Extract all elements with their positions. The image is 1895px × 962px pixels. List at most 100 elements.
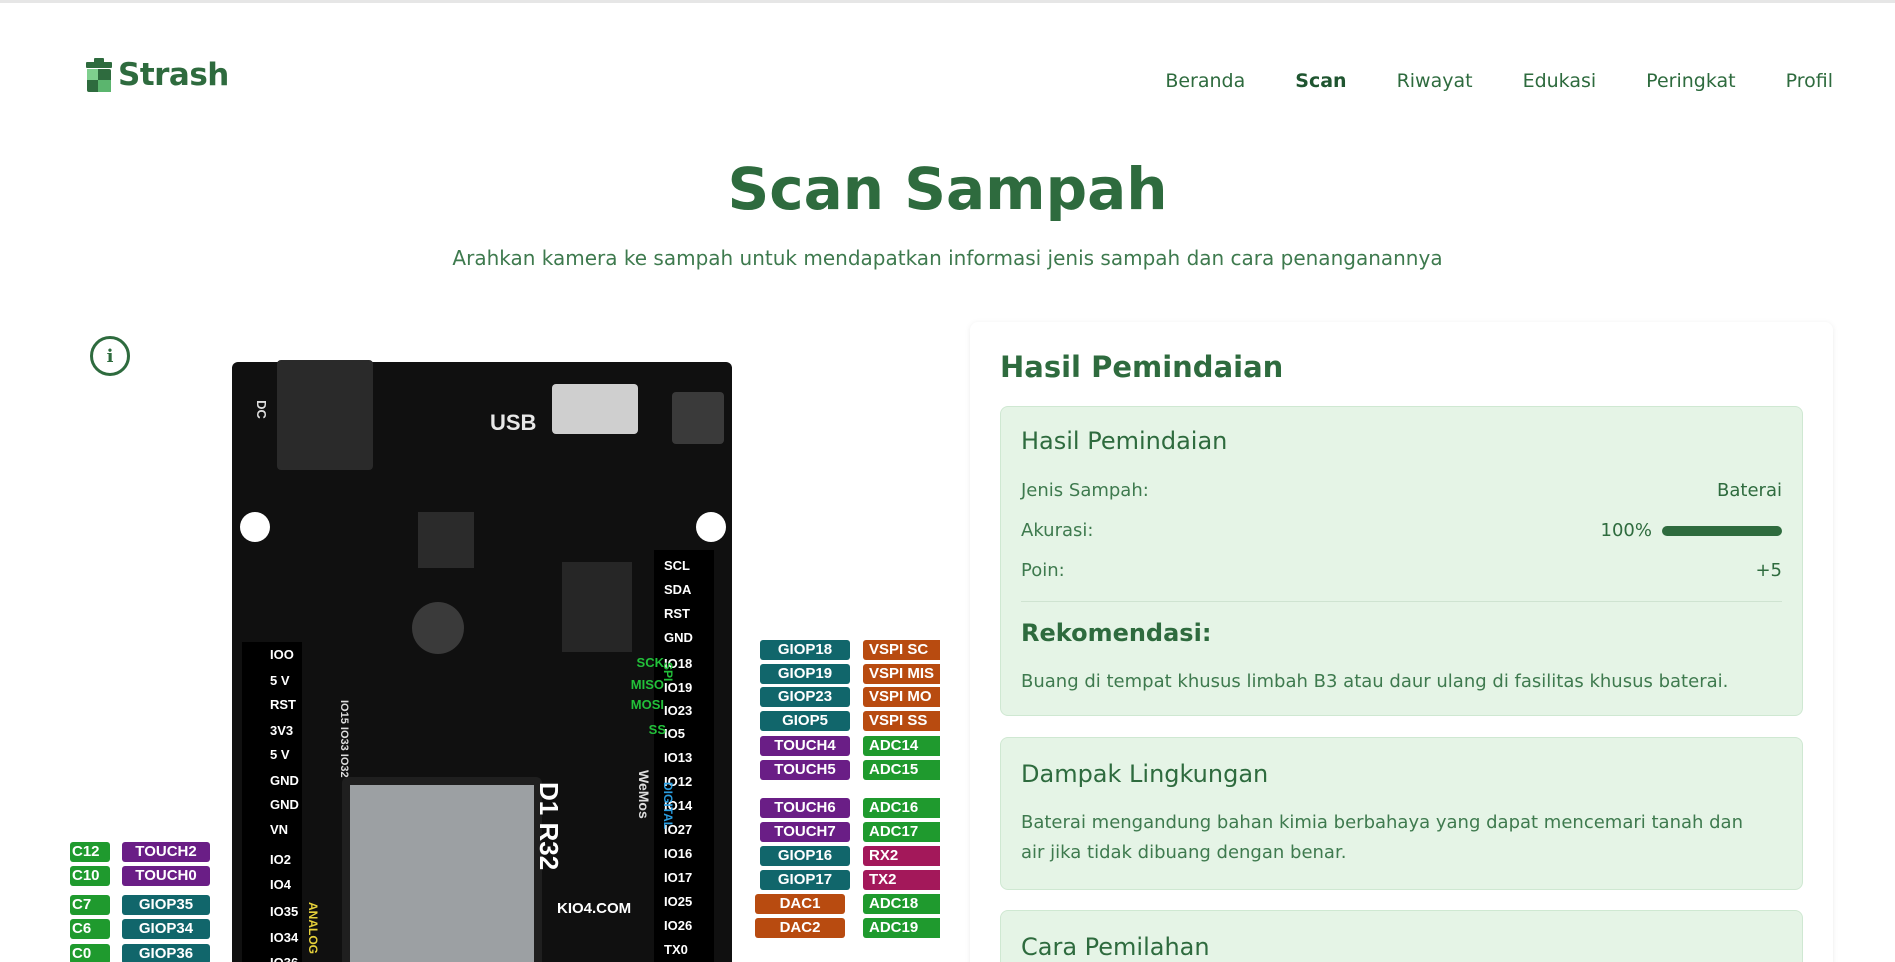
pin-callout: DAC1 [755, 894, 845, 914]
brand-logo[interactable]: Strash [84, 56, 229, 94]
pin-callout: GIOP23 [760, 687, 850, 707]
mount-hole [696, 512, 726, 542]
accuracy-label: Akurasi: [1021, 520, 1094, 541]
pin-callout: TOUCH4 [760, 736, 850, 756]
board-pin-label: GND [270, 773, 299, 788]
recommendation-text: Buang di tempat khusus limbah B3 atau da… [1021, 671, 1729, 692]
spi-mosi: MOSI [630, 697, 664, 712]
pin-callout: ADC16 [863, 798, 940, 818]
pin-callout: ADC18 [863, 894, 940, 914]
accuracy-bar [1662, 526, 1782, 536]
waste-type-row: Jenis Sampah: Baterai [1021, 480, 1782, 501]
board-pin-label: VN [270, 822, 289, 837]
usb-port [552, 384, 638, 434]
points-row: Poin: +5 [1021, 560, 1782, 581]
pin-callout: C7 [70, 895, 110, 915]
board-pin-label: IO17 [664, 870, 693, 885]
nav-peringkat[interactable]: Peringkat [1646, 70, 1735, 92]
board-pin-label: SDA [664, 582, 692, 597]
board-site-label: KIO4.COM [557, 900, 632, 917]
points-label: Poin: [1021, 560, 1065, 581]
board-pin-label: IO19 [664, 680, 693, 695]
inductor [412, 602, 464, 654]
board-pin-label: 5 V [270, 747, 290, 762]
chip [562, 562, 632, 652]
nav-profil[interactable]: Profil [1786, 70, 1833, 92]
info-icon[interactable]: i [90, 336, 130, 376]
reset-button [672, 392, 724, 444]
nav-riwayat[interactable]: Riwayat [1397, 70, 1473, 92]
camera-preview[interactable]: DC USB D1 R32 KIO4.COM WeMos SCL SDA RST GN… [70, 320, 940, 962]
pin-callout: GIOP5 [760, 711, 850, 731]
pin-callout: TOUCH7 [760, 822, 850, 842]
board-pin-label: GND [270, 797, 299, 812]
waste-type-label: Jenis Sampah: [1021, 480, 1149, 501]
pin-callout: ADC19 [863, 918, 940, 938]
spi-ss: SS [648, 722, 666, 737]
pin-callout: GIOP18 [760, 640, 850, 660]
pin-callout: TOUCH5 [760, 760, 850, 780]
board-pin-label: IO25 [664, 894, 693, 909]
board-pin-label: IO34 [270, 930, 299, 945]
pin-callout: GIOP17 [760, 870, 850, 890]
impact-card: Dampak Lingkungan Baterai mengandung bah… [1000, 737, 1803, 890]
pin-callout: TOUCH0 [122, 866, 210, 886]
pin-callout: GIOP19 [760, 664, 850, 684]
pin-callout: TOUCH6 [760, 798, 850, 818]
recommendation-title: Rekomendasi: [1021, 619, 1212, 647]
pin-callout: VSPI MO [863, 687, 940, 707]
board-pin-label: IO2 [270, 852, 291, 867]
main-nav: Beranda Scan Riwayat Edukasi Peringkat P… [1115, 70, 1833, 92]
pin-callout: GIOP35 [122, 895, 210, 915]
pin-callout: ADC17 [863, 822, 940, 842]
impact-text: Baterai mengandung bahan kimia berbahaya… [1021, 812, 1743, 863]
board-pin-label: GND [664, 630, 693, 645]
pin-callout: GIOP36 [122, 944, 210, 962]
board-usb-label: USB [490, 410, 537, 435]
top-border [0, 0, 1895, 3]
chip [418, 512, 474, 568]
scan-result-card: Hasil Pemindaian Jenis Sampah: Baterai A… [1000, 406, 1803, 716]
pin-callout: TX2 [863, 870, 940, 890]
board-pin-label: TX0 [664, 942, 688, 957]
pin-callout: VSPI SC [863, 640, 940, 660]
board-pin-label: IO35 [270, 904, 299, 919]
nav-edukasi[interactable]: Edukasi [1523, 70, 1597, 92]
accuracy-row: Akurasi: 100% [1021, 520, 1782, 541]
board-pin-label: SCL [664, 558, 690, 573]
sorting-title: Cara Pemilahan [1021, 933, 1210, 961]
board-pin-label: RST [270, 697, 296, 712]
esp32-module [342, 777, 542, 962]
mount-hole [240, 512, 270, 542]
page-title: Scan Sampah [727, 155, 1168, 223]
accuracy-value-wrap: 100% [1601, 520, 1782, 541]
board-pin-label: IO23 [664, 703, 693, 718]
board-pin-label: 5 V [270, 673, 290, 688]
digital-tag: DIGITAL [661, 782, 675, 830]
pin-callout: GIOP16 [760, 846, 850, 866]
board-model-label: D1 R32 [534, 782, 564, 871]
board-pin-label: IO26 [664, 918, 693, 933]
board-pin-label: IO36 [270, 955, 298, 962]
pin-callout: RX2 [863, 846, 940, 866]
nav-beranda[interactable]: Beranda [1165, 70, 1245, 92]
nav-scan[interactable]: Scan [1295, 70, 1346, 92]
impact-title: Dampak Lingkungan [1021, 760, 1269, 788]
pin-callout: DAC2 [755, 918, 845, 938]
board-pin-label: IO16 [664, 846, 693, 861]
pin-callout: TOUCH2 [122, 842, 210, 862]
waste-type-value: Baterai [1717, 480, 1782, 501]
analog-tag: ANALOG [306, 902, 320, 954]
board-pin-label: IO5 [664, 726, 685, 741]
result-panel-title: Hasil Pemindaian [1000, 350, 1284, 384]
spi-miso: MISO [630, 677, 664, 692]
scanned-board-image: DC USB D1 R32 KIO4.COM WeMos SCL SDA RST GN… [232, 360, 732, 962]
spi-labels: SCK [624, 652, 664, 674]
page-subtitle: Arahkan kamera ke sampah untuk mendapatk… [452, 246, 1443, 270]
pin-callout: VSPI SS [863, 711, 940, 731]
pin-callout: VSPI MIS [863, 664, 940, 684]
board-pin-label: RST [664, 606, 690, 621]
pin-callout: C0 [70, 944, 110, 962]
board-pin-label: IO13 [664, 750, 693, 765]
spi-sck: SCK [636, 655, 664, 670]
